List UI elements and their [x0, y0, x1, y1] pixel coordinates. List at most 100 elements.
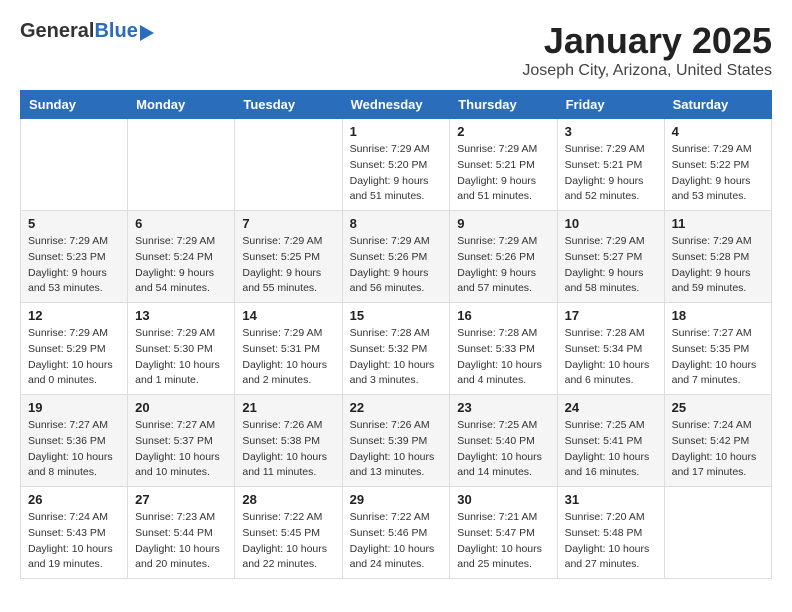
- day-number: 12: [28, 308, 120, 323]
- day-number: 23: [457, 400, 549, 415]
- day-number: 5: [28, 216, 120, 231]
- calendar-cell: 14 Sunrise: 7:29 AM Sunset: 5:31 PM Dayli…: [235, 303, 342, 395]
- day-number: 31: [565, 492, 657, 507]
- day-info: Sunrise: 7:26 AM Sunset: 5:39 PM Dayligh…: [350, 418, 443, 481]
- day-info: Sunrise: 7:29 AM Sunset: 5:28 PM Dayligh…: [672, 234, 764, 297]
- day-number: 28: [242, 492, 334, 507]
- calendar-cell: 26 Sunrise: 7:24 AM Sunset: 5:43 PM Dayli…: [21, 487, 128, 579]
- day-number: 6: [135, 216, 227, 231]
- calendar-cell: 22 Sunrise: 7:26 AM Sunset: 5:39 PM Dayli…: [342, 395, 450, 487]
- calendar-cell: [664, 487, 771, 579]
- day-info: Sunrise: 7:24 AM Sunset: 5:42 PM Dayligh…: [672, 418, 764, 481]
- day-info: Sunrise: 7:26 AM Sunset: 5:38 PM Dayligh…: [242, 418, 334, 481]
- day-info: Sunrise: 7:29 AM Sunset: 5:25 PM Dayligh…: [242, 234, 334, 297]
- calendar-cell: [21, 119, 128, 211]
- day-info: Sunrise: 7:29 AM Sunset: 5:31 PM Dayligh…: [242, 326, 334, 389]
- day-info: Sunrise: 7:25 AM Sunset: 5:40 PM Dayligh…: [457, 418, 549, 481]
- calendar-cell: 19Sunrise: 7:27 AM Sunset: 5:36 PM Dayli…: [21, 395, 128, 487]
- weekday-header-saturday: Saturday: [664, 91, 771, 119]
- location-title: Joseph City, Arizona, United States: [522, 62, 772, 80]
- day-number: 22: [350, 400, 443, 415]
- day-number: 14: [242, 308, 334, 323]
- logo-general-text: General: [20, 20, 94, 43]
- day-number: 8: [350, 216, 443, 231]
- calendar-cell: 20 Sunrise: 7:27 AM Sunset: 5:37 PM Dayli…: [128, 395, 235, 487]
- day-info: Sunrise: 7:25 AM Sunset: 5:41 PM Dayligh…: [565, 418, 657, 481]
- month-title: January 2025: [522, 20, 772, 62]
- day-number: 10: [565, 216, 657, 231]
- day-number: 7: [242, 216, 334, 231]
- day-number: 20: [135, 400, 227, 415]
- day-info: Sunrise: 7:22 AM Sunset: 5:45 PM Dayligh…: [242, 510, 334, 573]
- calendar-cell: [128, 119, 235, 211]
- logo: General Blue: [20, 20, 154, 43]
- calendar-cell: 30Sunrise: 7:21 AM Sunset: 5:47 PM Dayli…: [450, 487, 557, 579]
- day-info: Sunrise: 7:22 AM Sunset: 5:46 PM Dayligh…: [350, 510, 443, 573]
- weekday-header-monday: Monday: [128, 91, 235, 119]
- day-info: Sunrise: 7:28 AM Sunset: 5:33 PM Dayligh…: [457, 326, 549, 389]
- weekday-header-tuesday: Tuesday: [235, 91, 342, 119]
- day-number: 2: [457, 124, 549, 139]
- day-number: 21: [242, 400, 334, 415]
- day-info: Sunrise: 7:29 AM Sunset: 5:27 PM Dayligh…: [565, 234, 657, 297]
- calendar-cell: 29 Sunrise: 7:22 AM Sunset: 5:46 PM Dayli…: [342, 487, 450, 579]
- day-info: Sunrise: 7:29 AM Sunset: 5:30 PM Dayligh…: [135, 326, 227, 389]
- calendar-cell: 8 Sunrise: 7:29 AM Sunset: 5:26 PM Daylig…: [342, 211, 450, 303]
- day-number: 27: [135, 492, 227, 507]
- calendar-cell: 5Sunrise: 7:29 AM Sunset: 5:23 PM Daylig…: [21, 211, 128, 303]
- calendar-cell: 16 Sunrise: 7:28 AM Sunset: 5:33 PM Dayli…: [450, 303, 557, 395]
- day-info: Sunrise: 7:21 AM Sunset: 5:47 PM Dayligh…: [457, 510, 549, 573]
- day-info: Sunrise: 7:29 AM Sunset: 5:29 PM Dayligh…: [28, 326, 120, 389]
- calendar-week-row: 26 Sunrise: 7:24 AM Sunset: 5:43 PM Dayli…: [21, 487, 772, 579]
- day-info: Sunrise: 7:27 AM Sunset: 5:36 PM Dayligh…: [28, 418, 120, 481]
- calendar-cell: 12 Sunrise: 7:29 AM Sunset: 5:29 PM Dayli…: [21, 303, 128, 395]
- calendar-cell: 28 Sunrise: 7:22 AM Sunset: 5:45 PM Dayli…: [235, 487, 342, 579]
- calendar-cell: 11 Sunrise: 7:29 AM Sunset: 5:28 PM Dayli…: [664, 211, 771, 303]
- calendar-cell: 6 Sunrise: 7:29 AM Sunset: 5:24 PM Daylig…: [128, 211, 235, 303]
- calendar-week-row: 12 Sunrise: 7:29 AM Sunset: 5:29 PM Dayli…: [21, 303, 772, 395]
- day-number: 29: [350, 492, 443, 507]
- day-info: Sunrise: 7:28 AM Sunset: 5:32 PM Dayligh…: [350, 326, 443, 389]
- calendar-cell: 31Sunrise: 7:20 AM Sunset: 5:48 PM Dayli…: [557, 487, 664, 579]
- calendar-cell: 17 Sunrise: 7:28 AM Sunset: 5:34 PM Dayli…: [557, 303, 664, 395]
- weekday-header-sunday: Sunday: [21, 91, 128, 119]
- day-info: Sunrise: 7:29 AM Sunset: 5:20 PM Dayligh…: [350, 142, 443, 205]
- day-info: Sunrise: 7:29 AM Sunset: 5:26 PM Dayligh…: [457, 234, 549, 297]
- calendar-cell: 24 Sunrise: 7:25 AM Sunset: 5:41 PM Dayli…: [557, 395, 664, 487]
- day-number: 4: [672, 124, 764, 139]
- calendar-cell: 15Sunrise: 7:28 AM Sunset: 5:32 PM Dayli…: [342, 303, 450, 395]
- calendar-cell: 4 Sunrise: 7:29 AM Sunset: 5:22 PM Daylig…: [664, 119, 771, 211]
- day-number: 17: [565, 308, 657, 323]
- calendar-cell: 23 Sunrise: 7:25 AM Sunset: 5:40 PM Dayli…: [450, 395, 557, 487]
- calendar-week-row: 5Sunrise: 7:29 AM Sunset: 5:23 PM Daylig…: [21, 211, 772, 303]
- day-info: Sunrise: 7:28 AM Sunset: 5:34 PM Dayligh…: [565, 326, 657, 389]
- calendar-cell: 9 Sunrise: 7:29 AM Sunset: 5:26 PM Daylig…: [450, 211, 557, 303]
- day-number: 24: [565, 400, 657, 415]
- calendar-cell: 21 Sunrise: 7:26 AM Sunset: 5:38 PM Dayli…: [235, 395, 342, 487]
- calendar-cell: 18 Sunrise: 7:27 AM Sunset: 5:35 PM Dayli…: [664, 303, 771, 395]
- day-number: 9: [457, 216, 549, 231]
- calendar-cell: [235, 119, 342, 211]
- logo-arrow-icon: [140, 25, 154, 41]
- calendar-cell: 25Sunrise: 7:24 AM Sunset: 5:42 PM Dayli…: [664, 395, 771, 487]
- weekday-header-wednesday: Wednesday: [342, 91, 450, 119]
- day-number: 16: [457, 308, 549, 323]
- title-block: January 2025 Joseph City, Arizona, Unite…: [522, 20, 772, 80]
- page-header: General Blue January 2025 Joseph City, A…: [20, 20, 772, 80]
- day-number: 18: [672, 308, 764, 323]
- day-info: Sunrise: 7:29 AM Sunset: 5:22 PM Dayligh…: [672, 142, 764, 205]
- day-info: Sunrise: 7:23 AM Sunset: 5:44 PM Dayligh…: [135, 510, 227, 573]
- day-info: Sunrise: 7:27 AM Sunset: 5:35 PM Dayligh…: [672, 326, 764, 389]
- day-number: 11: [672, 216, 764, 231]
- weekday-header-thursday: Thursday: [450, 91, 557, 119]
- day-info: Sunrise: 7:29 AM Sunset: 5:26 PM Dayligh…: [350, 234, 443, 297]
- calendar-cell: 13Sunrise: 7:29 AM Sunset: 5:30 PM Dayli…: [128, 303, 235, 395]
- day-info: Sunrise: 7:24 AM Sunset: 5:43 PM Dayligh…: [28, 510, 120, 573]
- day-number: 26: [28, 492, 120, 507]
- calendar-table: SundayMondayTuesdayWednesdayThursdayFrid…: [20, 90, 772, 579]
- day-info: Sunrise: 7:27 AM Sunset: 5:37 PM Dayligh…: [135, 418, 227, 481]
- calendar-cell: 2Sunrise: 7:29 AM Sunset: 5:21 PM Daylig…: [450, 119, 557, 211]
- calendar-cell: 7 Sunrise: 7:29 AM Sunset: 5:25 PM Daylig…: [235, 211, 342, 303]
- day-info: Sunrise: 7:29 AM Sunset: 5:24 PM Dayligh…: [135, 234, 227, 297]
- calendar-week-row: 1Sunrise: 7:29 AM Sunset: 5:20 PM Daylig…: [21, 119, 772, 211]
